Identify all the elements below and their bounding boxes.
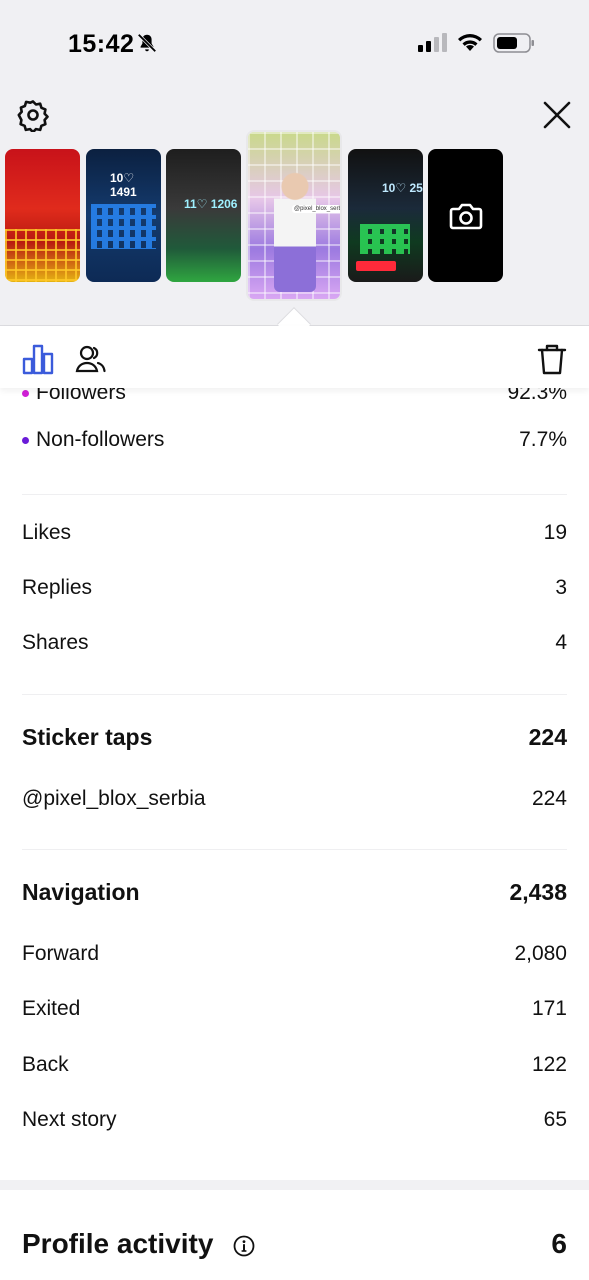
audience-label: Non-followers — [36, 428, 165, 451]
interaction-row-replies: Replies 3 — [22, 576, 567, 600]
battery-icon — [493, 33, 534, 53]
navigation-row-forward: Forward 2,080 — [22, 942, 567, 966]
add-story-camera-button[interactable] — [428, 149, 503, 282]
story-insights-content: Followers 92.3% Non-followers 7.7% Likes… — [0, 388, 589, 1280]
bell-muted-icon — [137, 33, 157, 53]
close-icon[interactable] — [540, 98, 574, 132]
divider — [22, 849, 567, 850]
audience-value: 92.3% — [507, 388, 567, 404]
audience-row-followers: Followers 92.3% — [22, 388, 567, 405]
story-thumbnail-overlay-text: @pixel_blox_serbia — [292, 205, 340, 213]
story-thumbnail[interactable]: 10♡ 1491 — [86, 149, 161, 282]
audience-row-non-followers: Non-followers 7.7% — [22, 428, 567, 452]
interaction-value: 4 — [555, 631, 567, 654]
interaction-label: Likes — [22, 521, 72, 544]
info-icon[interactable] — [233, 1235, 255, 1257]
story-thumbnail-overlay-text: 11♡ 1206 — [184, 197, 238, 211]
navigation-title: Navigation — [22, 879, 140, 905]
navigation-total: 2,438 — [509, 879, 567, 905]
navigation-header: Navigation 2,438 — [22, 879, 567, 906]
status-time: 15:42 — [68, 30, 135, 58]
settings-gear-icon[interactable] — [16, 98, 50, 132]
sticker-taps-total: 224 — [528, 724, 567, 750]
navigation-value: 171 — [531, 997, 567, 1020]
person-photo — [274, 172, 316, 292]
navigation-row-back: Back 122 — [22, 1053, 567, 1077]
divider — [22, 494, 567, 495]
navigation-row-next-story: Next story 65 — [22, 1108, 567, 1132]
profile-activity-value: 6 — [551, 1228, 567, 1259]
audience-label: Followers — [36, 388, 126, 404]
section-gap — [0, 1180, 589, 1190]
navigation-label: Forward — [22, 942, 100, 965]
divider — [22, 694, 567, 695]
navigation-label: Back — [22, 1053, 69, 1076]
followers-dot — [22, 389, 29, 397]
non-followers-dot — [22, 436, 29, 444]
viewers-people-icon[interactable] — [75, 343, 107, 375]
interaction-label: Replies — [22, 576, 93, 599]
navigation-label: Next story — [22, 1108, 117, 1131]
sticker-tap-row: @pixel_blox_serbia 224 — [22, 787, 567, 811]
profile-activity-title: Profile activity — [22, 1228, 214, 1259]
profile-activity-header: Profile activity 6 — [22, 1228, 567, 1260]
cellular-signal-icon — [418, 33, 447, 52]
sticker-taps-header: Sticker taps 224 — [22, 724, 567, 751]
audience-value: 7.7% — [519, 428, 567, 451]
navigation-row-exited: Exited 171 — [22, 997, 567, 1021]
sticker-tap-label: @pixel_blox_serbia — [22, 787, 206, 810]
insights-chart-icon[interactable] — [22, 343, 54, 375]
interaction-label: Shares — [22, 631, 89, 654]
wifi-icon — [458, 34, 482, 51]
story-thumbnail[interactable]: 10♡ 25 — [348, 149, 423, 282]
story-thumbnail-overlay-text: 10♡ 25 — [382, 181, 423, 195]
interaction-value: 3 — [555, 576, 567, 599]
navigation-label: Exited — [22, 997, 81, 1020]
sticker-tap-value: 224 — [531, 787, 567, 810]
navigation-value: 65 — [543, 1108, 567, 1131]
story-thumbnail-selected[interactable]: @pixel_blox_serbia — [246, 130, 342, 301]
status-bar: 15:42 — [0, 0, 589, 90]
interaction-row-shares: Shares 4 — [22, 631, 567, 655]
story-thumbnail-overlay-text: 10♡ 1491 — [110, 171, 137, 199]
interaction-row-likes: Likes 19 — [22, 521, 567, 545]
sticker-taps-title: Sticker taps — [22, 724, 153, 750]
story-thumbnail[interactable] — [5, 149, 80, 282]
story-picker-header: 15:42 10♡ 1491 11♡ 1206 @pixel_blox_serb… — [0, 0, 589, 341]
story-thumbnail[interactable]: 11♡ 1206 — [166, 149, 241, 282]
delete-trash-icon[interactable] — [536, 343, 568, 375]
interaction-value: 19 — [543, 521, 567, 544]
navigation-value: 2,080 — [514, 942, 567, 965]
navigation-value: 122 — [531, 1053, 567, 1076]
insights-tab-bar — [0, 326, 589, 388]
camera-icon — [449, 203, 482, 229]
